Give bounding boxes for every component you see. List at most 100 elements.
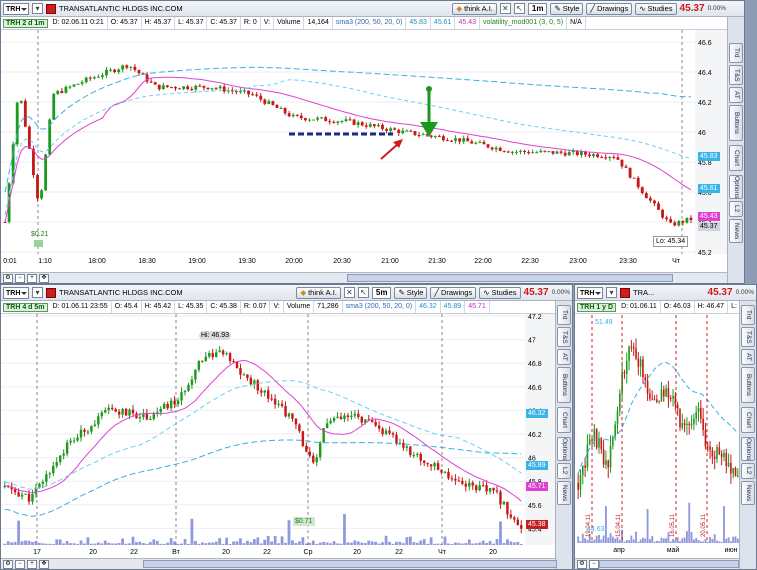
symbol-selector[interactable]: TRH xyxy=(577,286,603,299)
side-button-ts[interactable]: T&S xyxy=(729,65,743,85)
link-color-icon[interactable] xyxy=(620,287,630,298)
volume-bar xyxy=(695,537,698,543)
studies-button[interactable]: ∿ Studies xyxy=(479,286,521,299)
side-button-trd[interactable]: Trd xyxy=(729,43,743,63)
volume-bar xyxy=(294,542,298,545)
x-tick-label: Ср xyxy=(304,549,313,556)
volume-bar xyxy=(653,541,656,543)
settings-icon[interactable]: ⚙ xyxy=(3,559,13,569)
candle-body xyxy=(734,467,737,477)
style-button[interactable]: ✎ Style xyxy=(394,286,428,299)
volume-bar xyxy=(433,543,436,545)
candle-body xyxy=(10,486,13,490)
link-icon[interactable]: ▾ xyxy=(606,287,617,298)
chart-area-5m[interactable]: 47.24746.846.646.446.24645.845.645.41720… xyxy=(1,285,573,570)
side-button-news[interactable]: News xyxy=(729,219,743,243)
link-color-icon[interactable] xyxy=(46,3,56,14)
candle-body xyxy=(182,86,186,89)
chart-area-1m[interactable]: 46.646.446.24645.845.645.445.20:011:1018… xyxy=(1,1,745,284)
settings-icon[interactable]: ⚙ xyxy=(577,559,587,569)
horizontal-scrollbar[interactable] xyxy=(143,560,557,568)
candle-body xyxy=(393,128,397,130)
side-button-buttons[interactable]: Buttons xyxy=(741,367,755,403)
volume-bar xyxy=(339,543,343,545)
candle-body xyxy=(630,346,633,348)
crosshair-icon[interactable]: ✕ xyxy=(343,287,355,298)
side-button-l2[interactable]: L2 xyxy=(741,463,755,479)
side-button-l2[interactable]: L2 xyxy=(729,201,743,217)
think-ai-button[interactable]: ◆ think A.I. xyxy=(452,2,497,15)
x-tick-label: 19:00 xyxy=(188,258,206,265)
pan-icon[interactable]: ✥ xyxy=(39,559,49,569)
side-button-ts[interactable]: T&S xyxy=(557,327,571,347)
volume-bar xyxy=(72,543,76,545)
settings-icon[interactable]: ⚙ xyxy=(3,273,13,283)
x-tick-label: Чт xyxy=(438,549,447,556)
zoom-out-icon[interactable]: − xyxy=(589,559,599,569)
side-button-ts[interactable]: T&S xyxy=(741,327,755,347)
style-button[interactable]: ✎ Style xyxy=(550,2,584,15)
zoom-in-icon[interactable]: + xyxy=(27,273,37,283)
pointer-icon[interactable]: ↖ xyxy=(357,287,369,298)
candle-body xyxy=(340,121,344,123)
volume-bar xyxy=(346,542,350,545)
candle-body xyxy=(506,501,509,515)
zoom-out-icon[interactable]: − xyxy=(15,559,25,569)
red-arrow-shaft xyxy=(380,142,400,160)
link-color-icon[interactable] xyxy=(46,287,56,298)
info-sma-study[interactable]: sma3 (200, 50, 20, 0) xyxy=(333,17,407,29)
horizontal-scrollbar[interactable] xyxy=(599,560,739,568)
side-button-at[interactable]: AT xyxy=(729,87,743,103)
link-icon[interactable]: ▾ xyxy=(32,3,43,14)
candle-body xyxy=(513,517,516,520)
candle-body xyxy=(478,141,482,143)
info-volatility-study[interactable]: volatility_mod001 (3, 0, 5) xyxy=(480,17,568,29)
side-button-chart[interactable]: Chart xyxy=(729,145,743,171)
candle-body xyxy=(190,89,194,91)
zoom-out-icon[interactable]: − xyxy=(15,273,25,283)
side-button-news[interactable]: News xyxy=(557,481,571,505)
pointer-icon[interactable]: ↖ xyxy=(513,3,525,14)
volume-bar xyxy=(402,543,405,545)
side-button-chart[interactable]: Chart xyxy=(741,407,755,433)
volume-bar xyxy=(690,532,693,543)
candle-body xyxy=(80,82,84,84)
side-button-buttons[interactable]: Buttons xyxy=(557,367,571,403)
horizontal-scrollbar[interactable] xyxy=(347,274,673,282)
side-button-at[interactable]: AT xyxy=(741,349,755,365)
side-button-l2[interactable]: L2 xyxy=(557,463,571,479)
side-button-trd[interactable]: Trd xyxy=(557,305,571,325)
side-button-news[interactable]: News xyxy=(741,481,755,505)
drawings-button[interactable]: ╱ Drawings xyxy=(430,286,477,299)
side-button-buttons[interactable]: Buttons xyxy=(729,105,743,141)
info-sma-value-1: 45.83 xyxy=(406,17,431,29)
pan-icon[interactable]: ✥ xyxy=(39,273,49,283)
side-button-options[interactable]: Options xyxy=(729,175,743,199)
volume-bar xyxy=(187,543,190,545)
zoom-in-icon[interactable]: + xyxy=(27,559,37,569)
side-button-chart[interactable]: Chart xyxy=(557,407,571,433)
symbol-selector[interactable]: TRH xyxy=(3,2,29,15)
info-sma-value-2: 45.89 xyxy=(441,301,466,313)
info-date: D: 02.06.11 0:21 xyxy=(50,17,108,29)
candle-body xyxy=(468,482,471,487)
candle-body xyxy=(350,415,353,417)
drawings-button[interactable]: ╱ Drawings xyxy=(586,2,633,15)
volume-bar xyxy=(225,537,228,545)
info-sma-study[interactable]: sma3 (200, 50, 20, 0) xyxy=(343,301,417,313)
think-ai-button[interactable]: ◆ think A.I. xyxy=(296,286,341,299)
timeframe-selector[interactable]: 1m xyxy=(527,2,548,15)
drawings-icon: ╱ xyxy=(434,287,439,297)
candle-body xyxy=(263,99,267,104)
side-button-trd[interactable]: Trd xyxy=(741,305,755,325)
link-icon[interactable]: ▾ xyxy=(32,287,43,298)
candle-body xyxy=(490,147,494,150)
side-button-options[interactable]: Options xyxy=(741,437,755,461)
crosshair-icon[interactable]: ✕ xyxy=(499,3,511,14)
side-button-at[interactable]: AT xyxy=(557,349,571,365)
candle-body xyxy=(301,431,305,447)
side-button-options[interactable]: Options xyxy=(557,437,571,461)
timeframe-selector[interactable]: 5m xyxy=(371,286,392,299)
symbol-selector[interactable]: TRH xyxy=(3,286,29,299)
studies-button[interactable]: ∿ Studies xyxy=(635,2,677,15)
